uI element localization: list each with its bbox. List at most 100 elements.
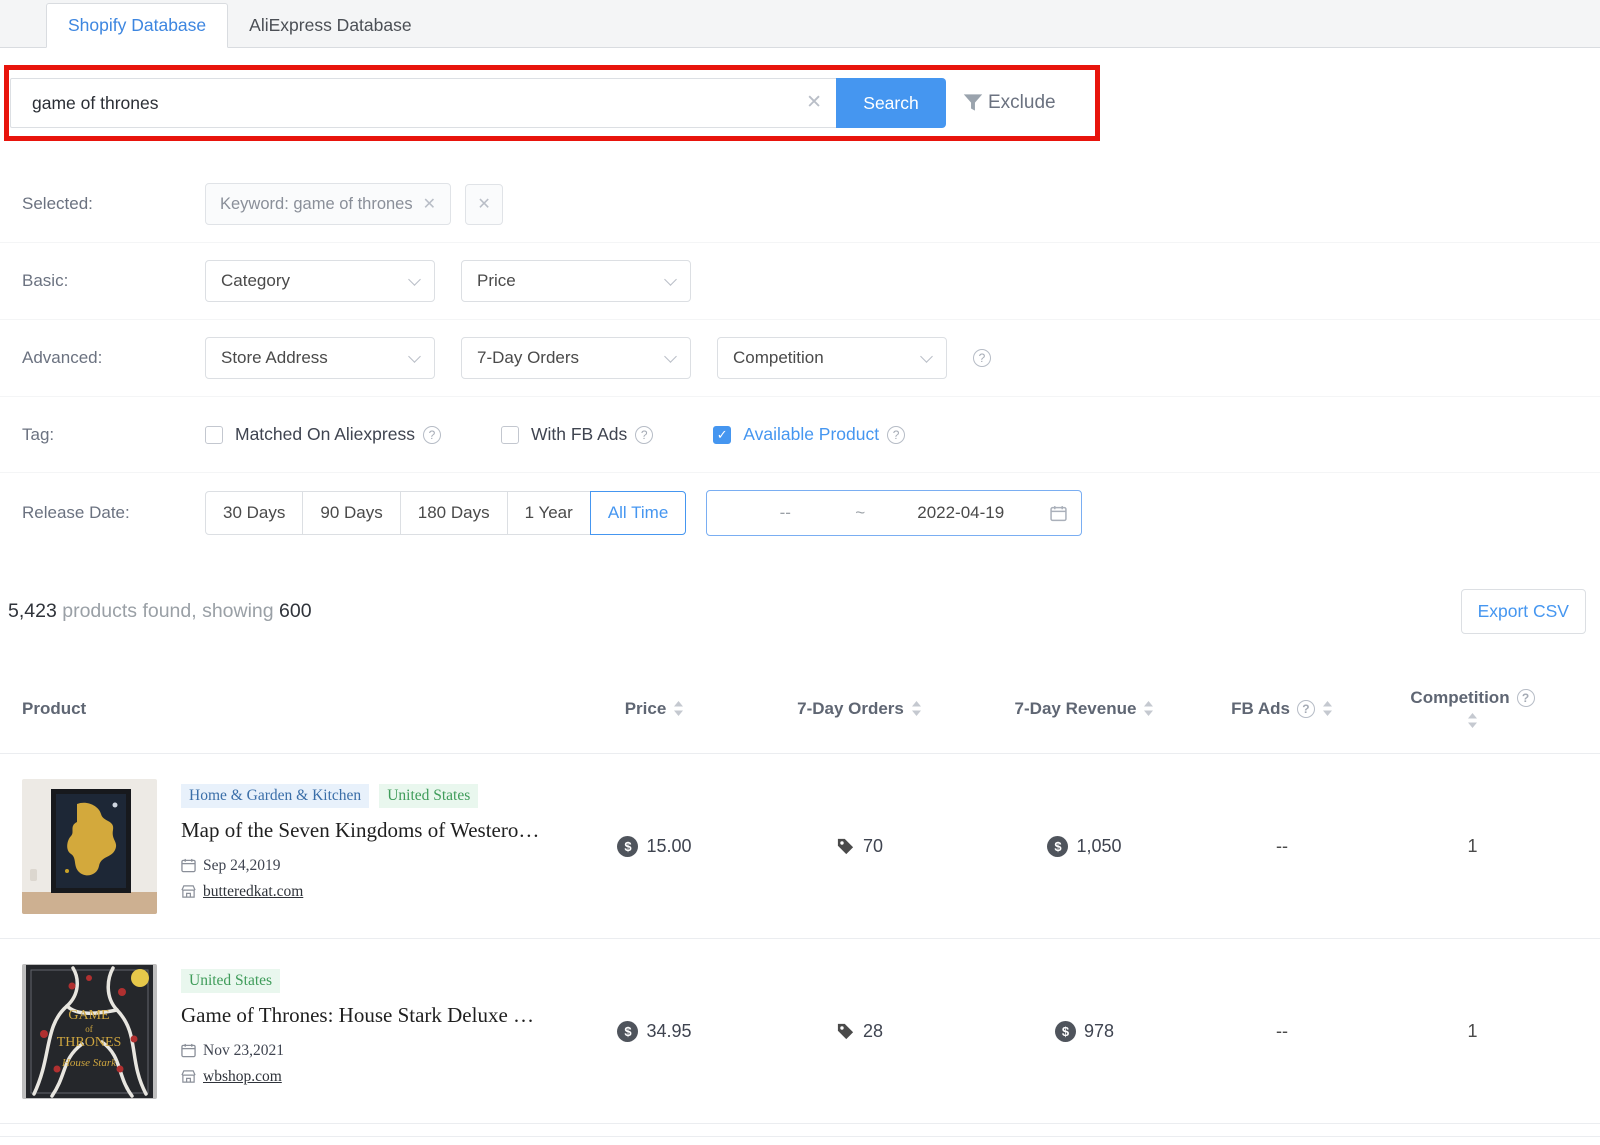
tab-shopify-database[interactable]: Shopify Database bbox=[46, 3, 228, 48]
product-cell: Home & Garden & Kitchen United States Ma… bbox=[22, 779, 562, 914]
help-icon[interactable]: ? bbox=[423, 426, 441, 444]
calendar-icon bbox=[181, 858, 196, 873]
search-input[interactable] bbox=[10, 78, 836, 128]
exclude-button[interactable]: Exclude bbox=[960, 90, 1056, 116]
header-7day-orders[interactable]: 7-Day Orders bbox=[747, 699, 972, 719]
competition-dropdown-label: Competition bbox=[733, 348, 824, 368]
release-90days-button[interactable]: 90 Days bbox=[302, 491, 400, 535]
export-csv-button[interactable]: Export CSV bbox=[1461, 589, 1586, 634]
tab-aliexpress-database[interactable]: AliExpress Database bbox=[228, 4, 432, 47]
revenue-value: 1,050 bbox=[1076, 836, 1121, 857]
category-tag[interactable]: Home & Garden & Kitchen bbox=[181, 784, 369, 808]
price-value: 15.00 bbox=[646, 836, 691, 857]
basic-label: Basic: bbox=[22, 271, 205, 291]
product-store-link[interactable]: butteredkat.com bbox=[203, 883, 303, 901]
sort-icon[interactable] bbox=[673, 700, 684, 717]
date-range-picker[interactable]: -- ~ 2022-04-19 bbox=[706, 490, 1082, 536]
next-row-top-edge bbox=[0, 1136, 1600, 1137]
product-info: Home & Garden & Kitchen United States Ma… bbox=[181, 784, 539, 909]
matched-on-aliexpress-checkbox[interactable] bbox=[205, 426, 223, 444]
advanced-label: Advanced: bbox=[22, 348, 205, 368]
date-range-separator: ~ bbox=[849, 503, 871, 523]
product-store-row: butteredkat.com bbox=[181, 883, 539, 901]
product-title[interactable]: Game of Thrones: House Stark Deluxe … bbox=[181, 1003, 534, 1028]
country-tag[interactable]: United States bbox=[181, 969, 280, 993]
country-tag[interactable]: United States bbox=[379, 784, 478, 808]
product-tags: Home & Garden & Kitchen United States bbox=[181, 784, 539, 808]
product-tags: United States bbox=[181, 969, 534, 993]
product-image[interactable]: GAME of THRONES House Stark bbox=[22, 964, 157, 1099]
help-icon[interactable]: ? bbox=[887, 426, 905, 444]
sort-icon[interactable] bbox=[1322, 700, 1333, 717]
sort-icon[interactable] bbox=[1143, 700, 1154, 717]
table-header-row: Product Price 7-Day Orders 7-Day Revenue… bbox=[0, 662, 1600, 754]
header-competition[interactable]: Competition ? bbox=[1367, 688, 1578, 729]
store-icon bbox=[181, 1069, 196, 1084]
competition-cell: 1 bbox=[1367, 1021, 1578, 1042]
header-competition-label: Competition bbox=[1410, 688, 1509, 708]
exclude-label: Exclude bbox=[988, 92, 1056, 114]
help-icon[interactable]: ? bbox=[635, 426, 653, 444]
tag-label: Tag: bbox=[22, 425, 205, 445]
release-alltime-button[interactable]: All Time bbox=[590, 491, 686, 535]
store-icon bbox=[181, 884, 196, 899]
product-image[interactable] bbox=[22, 779, 157, 914]
date-to-value[interactable]: 2022-04-19 bbox=[871, 503, 1050, 523]
revenue-value: 978 bbox=[1084, 1021, 1114, 1042]
svg-text:GAME: GAME bbox=[68, 1008, 109, 1023]
product-store-link[interactable]: wbshop.com bbox=[203, 1068, 282, 1086]
search-button[interactable]: Search bbox=[836, 78, 946, 128]
sort-icon[interactable] bbox=[1467, 712, 1478, 729]
orders-cell: 28 bbox=[747, 1021, 972, 1042]
product-title[interactable]: Map of the Seven Kingdoms of Westero… bbox=[181, 818, 539, 843]
release-date-segmented-control: 30 Days 90 Days 180 Days 1 Year All Time bbox=[205, 491, 686, 535]
price-dropdown[interactable]: Price bbox=[461, 260, 691, 302]
7day-orders-dropdown-label: 7-Day Orders bbox=[477, 348, 579, 368]
calendar-icon bbox=[181, 1043, 196, 1058]
product-info: United States Game of Thrones: House Sta… bbox=[181, 969, 534, 1094]
help-icon[interactable]: ? bbox=[1517, 689, 1535, 707]
map-poster-image bbox=[22, 779, 157, 914]
clear-all-filters-button[interactable]: ✕ bbox=[465, 184, 503, 225]
filter-row-basic: Basic: Category Price bbox=[0, 243, 1600, 320]
release-180days-button[interactable]: 180 Days bbox=[400, 491, 508, 535]
orders-cell: 70 bbox=[747, 836, 972, 857]
store-address-dropdown[interactable]: Store Address bbox=[205, 337, 435, 379]
fb-ads-cell: -- bbox=[1197, 1021, 1367, 1042]
7day-orders-dropdown[interactable]: 7-Day Orders bbox=[461, 337, 691, 379]
header-product: Product bbox=[22, 699, 562, 719]
results-summary-row: 5,423 products found, showing 600 Export… bbox=[0, 589, 1600, 634]
price-value: 34.95 bbox=[646, 1021, 691, 1042]
with-fb-ads-checkbox[interactable] bbox=[501, 426, 519, 444]
products-table: Product Price 7-Day Orders 7-Day Revenue… bbox=[0, 662, 1600, 1137]
funnel-icon bbox=[960, 90, 986, 116]
help-icon[interactable]: ? bbox=[1297, 700, 1315, 718]
chevron-down-icon bbox=[664, 273, 677, 286]
product-release-date: Nov 23,2021 bbox=[203, 1042, 284, 1060]
competition-dropdown[interactable]: Competition bbox=[717, 337, 947, 379]
remove-keyword-icon[interactable]: ✕ bbox=[423, 194, 436, 214]
clear-search-icon[interactable]: ✕ bbox=[806, 91, 822, 115]
help-icon[interactable]: ? bbox=[973, 349, 991, 367]
tag-icon bbox=[836, 837, 855, 856]
book-cover-image: GAME of THRONES House Stark bbox=[22, 964, 157, 1099]
header-fb-ads[interactable]: FB Ads ? bbox=[1197, 699, 1367, 719]
chevron-down-icon bbox=[920, 350, 933, 363]
product-store-row: wbshop.com bbox=[181, 1068, 534, 1086]
price-cell: $ 34.95 bbox=[562, 1021, 747, 1042]
release-30days-button[interactable]: 30 Days bbox=[205, 491, 303, 535]
category-dropdown[interactable]: Category bbox=[205, 260, 435, 302]
available-product-label: Available Product bbox=[743, 424, 879, 445]
header-7day-revenue[interactable]: 7-Day Revenue bbox=[972, 699, 1197, 719]
fb-ads-cell: -- bbox=[1197, 836, 1367, 857]
release-1year-button[interactable]: 1 Year bbox=[507, 491, 591, 535]
results-summary-text: 5,423 products found, showing 600 bbox=[8, 600, 312, 623]
date-from-value[interactable]: -- bbox=[721, 503, 849, 523]
header-price[interactable]: Price bbox=[562, 699, 747, 719]
available-product-checkbox[interactable]: ✓ bbox=[713, 426, 731, 444]
selected-keyword-chip[interactable]: Keyword: game of thrones ✕ bbox=[205, 183, 451, 225]
sort-icon[interactable] bbox=[911, 700, 922, 717]
results-middle-text: products found, showing bbox=[57, 600, 279, 622]
revenue-cell: $ 1,050 bbox=[972, 836, 1197, 857]
database-tab-bar: Shopify Database AliExpress Database bbox=[0, 0, 1600, 48]
